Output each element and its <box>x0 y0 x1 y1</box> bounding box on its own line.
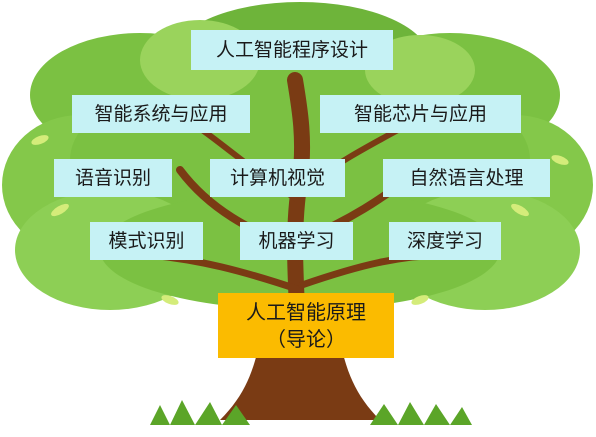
node-row3-center-label: 机器学习 <box>258 229 335 252</box>
node-row3-right-label: 深度学习 <box>406 229 483 252</box>
node-row2-center-label: 计算机视觉 <box>229 166 325 189</box>
node-row1-right: 智能芯片与应用 <box>320 95 521 133</box>
node-top: 人工智能程序设计 <box>191 30 393 70</box>
node-top-label: 人工智能程序设计 <box>215 38 368 61</box>
node-row3-left: 模式识别 <box>90 222 203 260</box>
node-row3-center: 机器学习 <box>240 222 353 260</box>
node-row2-center: 计算机视觉 <box>210 159 345 197</box>
node-root-line2: （导论） <box>266 326 346 351</box>
node-row3-left-label: 模式识别 <box>108 229 185 252</box>
node-row2-right: 自然语言处理 <box>383 159 550 197</box>
node-row2-left-label: 语音识别 <box>74 166 151 189</box>
node-row1-left: 智能系统与应用 <box>72 95 250 133</box>
node-root-line1: 人工智能原理 <box>246 299 366 324</box>
node-row2-right-label: 自然语言处理 <box>409 166 524 189</box>
node-row1-right-label: 智能芯片与应用 <box>353 102 487 125</box>
node-root: 人工智能原理 （导论） <box>218 293 394 358</box>
node-row2-left: 语音识别 <box>54 159 172 197</box>
node-row3-right: 深度学习 <box>389 222 501 260</box>
node-row1-left-label: 智能系统与应用 <box>94 102 228 125</box>
